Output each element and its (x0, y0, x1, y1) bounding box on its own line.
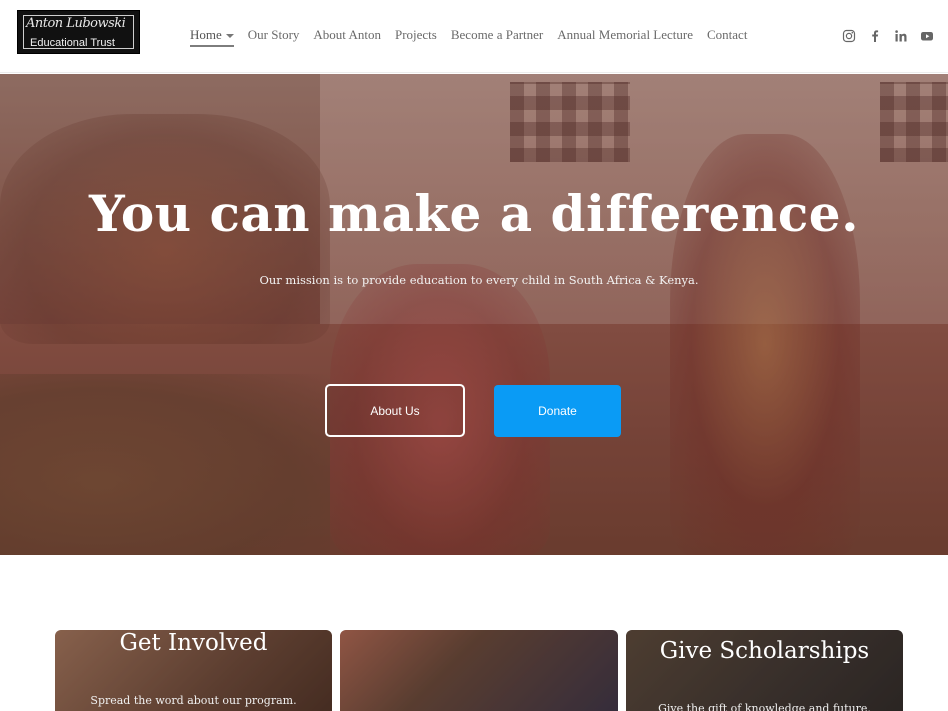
nav-item-home[interactable]: Home (190, 27, 234, 47)
site-logo[interactable]: Anton Lubowski Educational Trust (17, 10, 140, 54)
chevron-down-icon (225, 34, 234, 39)
logo-sub-text: Educational Trust (30, 37, 115, 49)
facebook-icon[interactable] (868, 28, 882, 42)
instagram-icon[interactable] (842, 28, 856, 43)
hero-section: You can make a difference. Our mission i… (0, 74, 948, 555)
nav-item-our-story[interactable]: Our Story (248, 27, 300, 47)
card-image[interactable] (340, 630, 618, 711)
hero-title: You can make a difference. (89, 184, 859, 243)
main-nav: Home Our Story About Anton Projects Beco… (190, 27, 761, 47)
nav-item-label: Home (190, 27, 222, 42)
about-us-button[interactable]: About Us (325, 384, 465, 437)
nav-item-become-a-partner[interactable]: Become a Partner (451, 27, 543, 47)
card-give-scholarships[interactable]: Give Scholarships Give the gift of knowl… (626, 630, 903, 711)
nav-item-contact[interactable]: Contact (707, 27, 747, 47)
nav-item-about-anton[interactable]: About Anton (313, 27, 381, 47)
logo-script-text: Anton Lubowski (26, 16, 126, 31)
card-text: Spread the word about our program. (90, 694, 297, 707)
card-image-overlay (340, 630, 618, 711)
feature-cards: Get Involved Spread the word about our p… (55, 630, 903, 711)
hero-overlay (0, 74, 948, 555)
card-get-involved[interactable]: Get Involved Spread the word about our p… (55, 630, 332, 711)
card-title: Give Scholarships (659, 638, 870, 664)
card-title: Get Involved (119, 630, 268, 656)
linkedin-icon[interactable] (894, 28, 908, 42)
social-links (842, 28, 934, 43)
youtube-icon[interactable] (920, 28, 934, 42)
nav-item-annual-memorial-lecture[interactable]: Annual Memorial Lecture (557, 27, 693, 47)
donate-button[interactable]: Donate (494, 385, 621, 437)
nav-item-projects[interactable]: Projects (395, 27, 437, 47)
card-text: Give the gift of knowledge and future. (658, 702, 871, 711)
hero-subtitle: Our mission is to provide education to e… (259, 273, 699, 287)
site-header: Anton Lubowski Educational Trust Home Ou… (0, 0, 948, 73)
